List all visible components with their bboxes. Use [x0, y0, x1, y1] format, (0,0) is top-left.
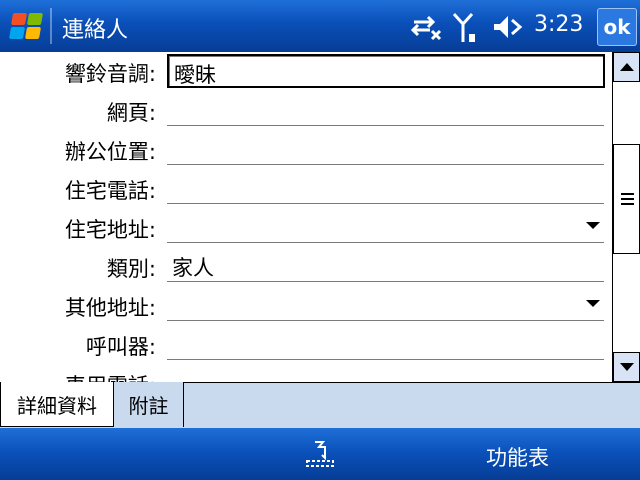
office-location-label: 辦公位置: — [64, 140, 156, 164]
connectivity-icon[interactable] — [410, 12, 444, 48]
dropdown-arrow-icon[interactable] — [586, 300, 600, 307]
row-home-phone: 住宅電話: — [0, 169, 612, 208]
tab-details[interactable]: 詳細資料 — [0, 382, 114, 427]
ringtone-label: 響鈴音調: — [64, 62, 156, 86]
row-category: 類別: 家人 — [0, 247, 612, 286]
dropdown-arrow-icon[interactable] — [586, 222, 600, 229]
windows-start-icon[interactable] — [6, 9, 44, 43]
home-address-field[interactable] — [167, 210, 604, 243]
other-address-field[interactable] — [167, 288, 604, 321]
home-phone-label: 住宅電話: — [64, 179, 156, 203]
title-separator — [50, 8, 52, 44]
vertical-scrollbar[interactable] — [612, 52, 640, 382]
row-ringtone: 響鈴音調: 曖昧 — [0, 52, 612, 91]
row-webpage: 網頁: — [0, 91, 612, 130]
scroll-down-button[interactable] — [613, 352, 640, 382]
category-field[interactable]: 家人 — [167, 249, 604, 282]
grip-line — [621, 203, 634, 205]
row-other-address: 其他地址: — [0, 286, 612, 325]
office-location-field[interactable] — [167, 132, 604, 165]
arrow-up-icon — [620, 63, 634, 71]
row-office-location: 辦公位置: — [0, 130, 612, 169]
title-bar: 連絡人 3:23 ok — [0, 0, 640, 52]
webpage-label: 網頁: — [106, 101, 156, 125]
row-home-address: 住宅地址: — [0, 208, 612, 247]
webpage-field[interactable] — [167, 93, 604, 126]
clock[interactable]: 3:23 — [534, 12, 583, 37]
signal-icon[interactable] — [452, 12, 478, 50]
scroll-thumb[interactable] — [613, 144, 640, 254]
car-phone-field[interactable] — [167, 366, 604, 382]
window-title: 連絡人 — [62, 18, 129, 43]
keyboard-icon[interactable] — [305, 438, 335, 468]
ringtone-value: 曖昧 — [174, 63, 216, 87]
pager-field[interactable] — [167, 327, 604, 360]
contact-form: 響鈴音調: 曖昧 網頁: 辦公位置: 住宅電話: 住宅地址: 類別: 家人 其他… — [0, 52, 612, 382]
menu-button[interactable]: 功能表 — [486, 442, 549, 472]
arrow-down-icon — [620, 363, 634, 371]
category-value: 家人 — [172, 256, 214, 280]
category-label: 類別: — [106, 257, 156, 281]
row-pager: 呼叫器: — [0, 325, 612, 364]
home-phone-field[interactable] — [167, 171, 604, 204]
tab-notes[interactable]: 附註 — [114, 382, 184, 427]
car-phone-label: 車用電話: — [65, 370, 156, 382]
scroll-up-button[interactable] — [613, 52, 640, 82]
other-address-label: 其他地址: — [64, 296, 156, 320]
menu-bar: 功能表 — [0, 428, 640, 480]
home-address-label: 住宅地址: — [64, 218, 156, 242]
row-car-phone: 車用電話: — [0, 364, 612, 382]
grip-line — [621, 198, 634, 200]
tab-strip: 詳細資料 附註 — [0, 382, 640, 429]
ringtone-field[interactable]: 曖昧 — [167, 54, 605, 88]
ok-button[interactable]: ok — [597, 8, 637, 46]
pager-label: 呼叫器: — [85, 335, 156, 359]
grip-line — [621, 193, 634, 195]
speaker-icon[interactable] — [492, 12, 526, 48]
